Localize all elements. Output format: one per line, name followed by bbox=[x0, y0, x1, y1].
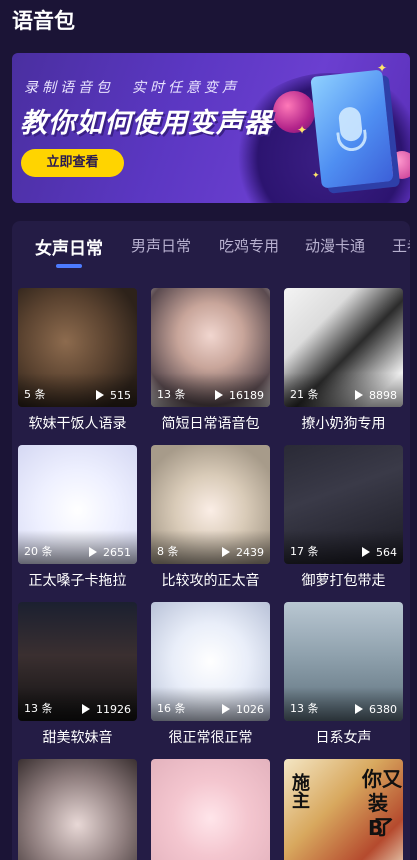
play-icon bbox=[222, 547, 230, 557]
play-icon bbox=[96, 390, 104, 400]
pack-name: 正太嗓子卡拖拉 bbox=[28, 573, 127, 589]
pack-name: 撩小奶狗专用 bbox=[301, 416, 386, 432]
pack-thumbnail bbox=[151, 759, 270, 860]
voice-pack-card[interactable]: 5 条 515 软妹干饭人语录 bbox=[18, 288, 137, 433]
play-icon bbox=[362, 547, 370, 557]
voice-pack-card[interactable]: 21 条 8898 撩小奶狗专用 bbox=[284, 288, 403, 433]
sticker-text: 施主 bbox=[289, 773, 310, 809]
star-icon: ✦ bbox=[297, 123, 308, 137]
voice-pack-card[interactable] bbox=[18, 759, 137, 860]
tab-pubg[interactable]: 吃鸡专用 bbox=[219, 235, 279, 256]
pack-thumbnail: 16 条 1026 bbox=[151, 602, 270, 721]
tab-female-daily[interactable]: 女声日常 bbox=[35, 234, 103, 259]
play-icon bbox=[89, 547, 97, 557]
tab-anime[interactable]: 动漫卡通 bbox=[305, 235, 365, 256]
pack-thumbnail: 20 条 2651 bbox=[18, 445, 137, 564]
play-icon bbox=[215, 390, 223, 400]
play-count: 564 bbox=[362, 546, 397, 559]
clip-count: 16 条 bbox=[157, 702, 186, 715]
tab-male-daily[interactable]: 男声日常 bbox=[131, 235, 191, 256]
pack-thumbnail: 21 条 8898 bbox=[284, 288, 403, 407]
promo-banner[interactable]: ✦ ✦ ✦ 录制语音包 实时任意变声 教你如何使用变声器 立即查看 bbox=[12, 53, 410, 203]
play-count: 16189 bbox=[215, 389, 264, 402]
pack-thumbnail: 13 条 11926 bbox=[18, 602, 137, 721]
tab-honor-of-kings[interactable]: 王者 bbox=[392, 235, 410, 256]
clip-count: 5 条 bbox=[24, 388, 46, 401]
clip-count: 17 条 bbox=[290, 545, 319, 558]
page-title: 语音包 bbox=[12, 9, 75, 33]
pack-thumbnail bbox=[18, 759, 137, 860]
pack-thumbnail: 13 条 16189 bbox=[151, 288, 270, 407]
pack-name: 简短日常语音包 bbox=[161, 416, 260, 432]
play-count: 8898 bbox=[355, 389, 397, 402]
banner-title: 教你如何使用变声器 bbox=[20, 108, 272, 139]
play-icon bbox=[222, 704, 230, 714]
play-icon bbox=[82, 704, 90, 714]
view-now-button[interactable]: 立即查看 bbox=[21, 149, 124, 177]
voice-pack-card[interactable]: 13 条 16189 简短日常语音包 bbox=[151, 288, 270, 433]
voice-pack-card[interactable]: 16 条 1026 很正常很正常 bbox=[151, 602, 270, 747]
play-count: 1026 bbox=[222, 703, 264, 716]
play-count: 6380 bbox=[355, 703, 397, 716]
play-count: 11926 bbox=[82, 703, 131, 716]
pack-thumbnail: 13 条 6380 bbox=[284, 602, 403, 721]
play-count: 515 bbox=[96, 389, 131, 402]
clip-count: 21 条 bbox=[290, 388, 319, 401]
voice-pack-card[interactable]: 17 条 564 御萝打包带走 bbox=[284, 445, 403, 590]
play-count: 2651 bbox=[89, 546, 131, 559]
clip-count: 20 条 bbox=[24, 545, 53, 558]
clip-count: 13 条 bbox=[24, 702, 53, 715]
play-count: 2439 bbox=[222, 546, 264, 559]
banner-subtitle: 录制语音包 实时任意变声 bbox=[24, 80, 240, 96]
clip-count: 13 条 bbox=[290, 702, 319, 715]
active-tab-indicator bbox=[56, 264, 82, 268]
voice-pack-card[interactable]: 13 条 11926 甜美软妹音 bbox=[18, 602, 137, 747]
play-icon bbox=[355, 704, 363, 714]
category-tabs: 女声日常 男声日常 吃鸡专用 动漫卡通 王者 bbox=[12, 221, 410, 271]
planet-decoration bbox=[273, 91, 315, 133]
pack-name: 日系女声 bbox=[315, 730, 372, 746]
voice-pack-card[interactable]: 13 条 6380 日系女声 bbox=[284, 602, 403, 747]
pack-name: 甜美软妹音 bbox=[42, 730, 113, 746]
voice-pack-card[interactable]: 20 条 2651 正太嗓子卡拖拉 bbox=[18, 445, 137, 590]
sticker-text: 了 bbox=[374, 815, 394, 839]
voice-pack-card[interactable] bbox=[151, 759, 270, 860]
voice-pack-card[interactable]: 8 条 2439 比较攻的正太音 bbox=[151, 445, 270, 590]
pack-thumbnail: 5 条 515 bbox=[18, 288, 137, 407]
voice-book-illustration bbox=[310, 69, 394, 189]
pack-thumbnail: 8 条 2439 bbox=[151, 445, 270, 564]
pack-thumbnail: 17 条 564 bbox=[284, 445, 403, 564]
pack-name: 软妹干饭人语录 bbox=[28, 416, 127, 432]
pack-name: 很正常很正常 bbox=[168, 730, 253, 746]
clip-count: 13 条 bbox=[157, 388, 186, 401]
star-icon: ✦ bbox=[312, 171, 320, 181]
pack-name: 御萝打包带走 bbox=[301, 573, 386, 589]
play-icon bbox=[355, 390, 363, 400]
voice-pack-panel: 女声日常 男声日常 吃鸡专用 动漫卡通 王者 5 条 515 软妹干饭人语录 1… bbox=[12, 221, 410, 860]
pack-name: 比较攻的正太音 bbox=[161, 573, 260, 589]
pack-thumbnail: 你又 装B 了 施主 bbox=[284, 759, 403, 860]
clip-count: 8 条 bbox=[157, 545, 179, 558]
voice-pack-card[interactable]: 你又 装B 了 施主 bbox=[284, 759, 403, 860]
